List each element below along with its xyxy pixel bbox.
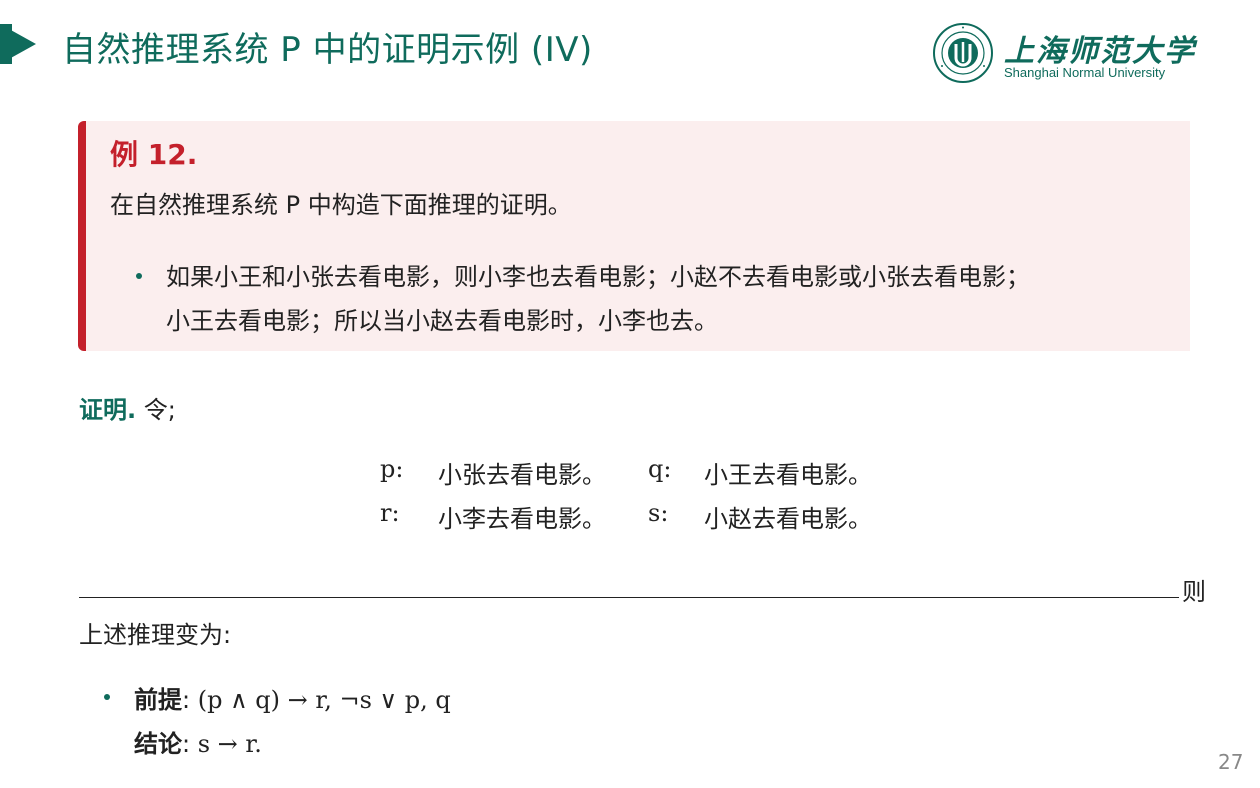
logo-english-name: Shanghai Normal University <box>1004 65 1166 80</box>
definition-text: 小王去看电影。 <box>704 461 872 489</box>
premise-formula: (p ∧ q) → r, ¬s ∨ p, q <box>197 686 451 714</box>
premise-sep: : <box>182 686 198 714</box>
university-logo: 上海师范大学 Shanghai Normal University <box>932 20 1194 86</box>
horizontal-rule <box>79 597 1179 598</box>
example-title: 例 12. <box>110 138 198 171</box>
conclusion-line: 结论: s → r. <box>134 724 262 759</box>
definition-text: 小赵去看电影。 <box>704 505 872 533</box>
example-bullet-line-2: 小王去看电影；所以当小赵去看电影时，小李也去。 <box>166 307 718 335</box>
example-bullet-line-1: 如果小王和小张去看电影，则小李也去看电影；小赵不去看电影或小张去看电影； <box>166 263 1030 291</box>
bullet-dot <box>136 273 142 279</box>
definition-text: 小李去看电影。 <box>438 505 606 533</box>
example-statement: 在自然推理系统 P 中构造下面推理的证明。 <box>110 191 572 219</box>
definition-text: 小张去看电影。 <box>438 461 606 489</box>
page-number: 27 <box>1218 750 1244 774</box>
proof-intro: 证明. 令; <box>79 390 176 425</box>
proof-text: 令; <box>143 396 176 424</box>
example-bullet: 如果小王和小张去看电影，则小李也去看电影；小赵不去看电影或小张去看电影； 小王去… <box>166 255 1176 343</box>
conclusion-formula: s → r. <box>197 730 262 758</box>
conclusion-sep: : <box>182 730 198 758</box>
logo-chinese-name: 上海师范大学 <box>1004 34 1196 69</box>
premise-label: 前提 <box>134 686 182 714</box>
definition-var: p: <box>380 455 404 483</box>
page-title: 自然推理系统 P 中的证明示例 (IV) <box>62 30 593 70</box>
bullet-dot <box>104 694 110 700</box>
definition-var: s: <box>648 499 669 527</box>
definition-var: q: <box>648 455 672 483</box>
definition-var: r: <box>380 499 400 527</box>
example-box: 例 12. 在自然推理系统 P 中构造下面推理的证明。 如果小王和小张去看电影，… <box>78 121 1190 351</box>
conclusion-label: 结论 <box>134 730 182 758</box>
premise-line: 前提: (p ∧ q) → r, ¬s ∨ p, q <box>134 680 451 715</box>
university-seal-icon <box>933 23 993 83</box>
title-marker <box>0 24 36 64</box>
reasoning-intro: 上述推理变为: <box>79 621 232 649</box>
proof-label: 证明. <box>79 396 137 424</box>
then-word: 则 <box>1182 578 1206 606</box>
